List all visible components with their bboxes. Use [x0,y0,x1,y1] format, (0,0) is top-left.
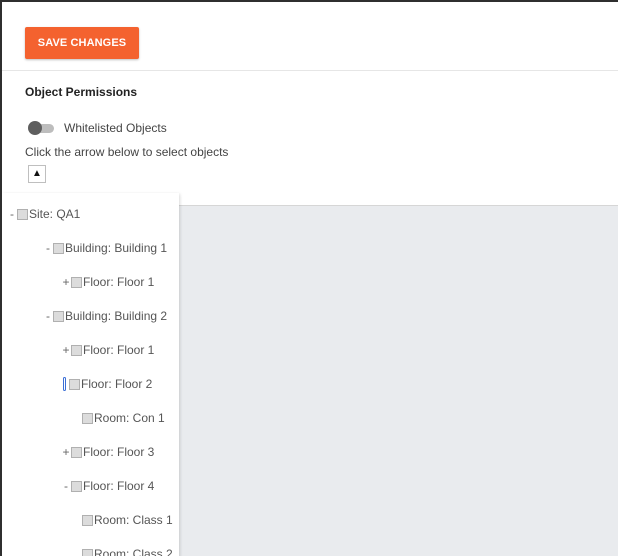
tree-node-floor[interactable]: - Floor: Floor 4 [61,477,154,495]
tree-node-label: Floor: Floor 1 [83,275,155,289]
tree-node-label: Building: Building 2 [65,309,168,323]
object-tree: - Site: QA1 - Building: Building 1 + Flo… [2,193,179,556]
save-changes-button[interactable]: SAVE CHANGES [25,27,139,59]
focus-caret-icon[interactable] [63,377,66,391]
checkbox[interactable] [82,514,93,526]
whitelisted-objects-label: Whitelisted Objects [64,121,167,135]
tree-node-floor[interactable]: + Floor: Floor 1 [61,341,154,359]
tree-node-room[interactable]: Room: Class 1 [82,511,173,529]
section-title: Object Permissions [25,85,138,99]
expand-icon[interactable]: + [61,445,71,459]
app-frame: SAVE CHANGES Object Permissions Whitelis… [0,0,618,556]
select-objects-hint: Click the arrow below to select objects [25,145,229,159]
tree-node-label: Building: Building 1 [65,241,168,255]
collapse-icon[interactable]: - [43,309,53,323]
tree-node-label: Room: Class 1 [94,513,173,527]
tree-node-floor[interactable]: + Floor: Floor 1 [61,273,154,291]
checkbox[interactable] [17,208,28,220]
collapse-icon[interactable]: - [7,207,17,221]
collapse-icon[interactable]: - [43,241,53,255]
tree-node-floor[interactable]: Floor: Floor 2 [61,375,152,393]
collapse-icon[interactable]: - [61,479,71,493]
toolbar: SAVE CHANGES [2,2,618,71]
whitelisted-objects-toggle[interactable] [28,121,54,135]
object-permissions-panel: Object Permissions Whitelisted Objects C… [2,71,618,206]
checkbox[interactable] [71,344,82,356]
collapse-arrow-button[interactable]: ▲ [28,165,46,183]
checkbox[interactable] [53,242,64,254]
tree-node-label: Floor: Floor 2 [81,377,153,391]
tree-node-room[interactable]: Room: Con 1 [82,409,165,427]
tree-node-building[interactable]: - Building: Building 2 [43,307,167,325]
tree-node-building[interactable]: - Building: Building 1 [43,239,167,257]
expand-icon[interactable]: + [61,343,71,357]
tree-node-label: Site: QA1 [29,207,81,221]
checkbox[interactable] [69,378,80,390]
checkbox[interactable] [71,446,82,458]
checkbox[interactable] [82,412,93,424]
tree-node-label: Room: Con 1 [94,411,165,425]
checkbox[interactable] [71,480,82,492]
tree-node-label: Floor: Floor 4 [83,479,155,493]
checkbox[interactable] [82,548,93,556]
tree-node-label: Floor: Floor 3 [83,445,155,459]
tree-node-site[interactable]: - Site: QA1 [7,205,80,223]
tree-node-floor[interactable]: + Floor: Floor 3 [61,443,154,461]
checkbox[interactable] [53,310,64,322]
tree-node-label: Floor: Floor 1 [83,343,155,357]
tree-node-room[interactable]: Room: Class 2 [82,545,173,556]
checkbox[interactable] [71,276,82,288]
toggle-knob [28,121,42,135]
expand-icon[interactable]: + [61,275,71,289]
tree-node-label: Room: Class 2 [94,547,173,556]
